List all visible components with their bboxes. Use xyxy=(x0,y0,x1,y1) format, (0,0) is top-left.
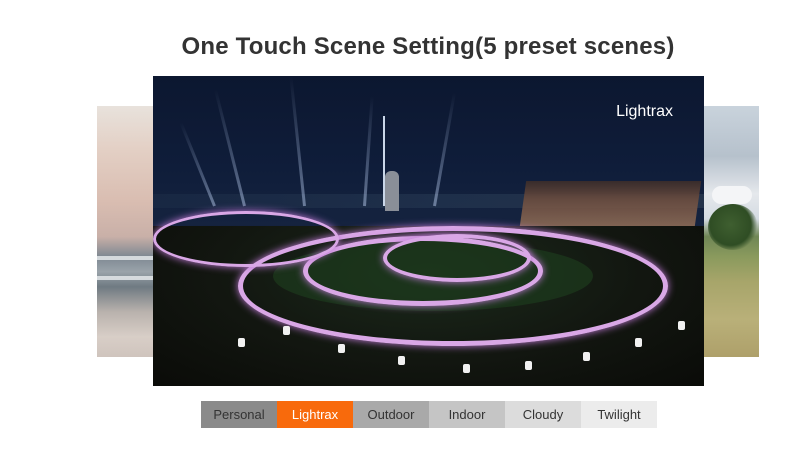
light-beam xyxy=(363,96,374,207)
marker-light xyxy=(583,352,590,361)
marker-light xyxy=(525,361,532,370)
tab-twilight[interactable]: Twilight xyxy=(581,401,657,428)
wave-decoration xyxy=(97,276,155,280)
tab-personal[interactable]: Personal xyxy=(201,401,277,428)
marker-light xyxy=(398,356,405,365)
page-title: One Touch Scene Setting(5 preset scenes) xyxy=(181,33,675,60)
light-beam xyxy=(433,92,456,207)
tab-lightrax[interactable]: Lightrax xyxy=(277,401,353,428)
tab-indoor[interactable]: Indoor xyxy=(429,401,505,428)
marker-light xyxy=(338,344,345,353)
light-beam xyxy=(289,76,306,207)
cloud-decoration xyxy=(712,186,752,204)
light-track-left xyxy=(153,211,339,267)
marker-light xyxy=(463,364,470,373)
tower xyxy=(385,171,399,211)
next-scene-image[interactable] xyxy=(702,106,759,357)
marker-light xyxy=(283,326,290,335)
tree-decoration xyxy=(708,204,758,250)
grandstand xyxy=(519,181,702,226)
light-track-loop xyxy=(383,234,531,282)
marker-light xyxy=(635,338,642,347)
wave-decoration xyxy=(97,256,155,260)
marker-light xyxy=(238,338,245,347)
scene-preview-image: Lightrax xyxy=(153,76,704,386)
prev-scene-image[interactable] xyxy=(97,106,155,357)
tab-cloudy[interactable]: Cloudy xyxy=(505,401,581,428)
scene-tabs: Personal Lightrax Outdoor Indoor Cloudy … xyxy=(201,401,657,428)
marker-light xyxy=(678,321,685,330)
light-beam xyxy=(214,89,246,207)
tab-outdoor[interactable]: Outdoor xyxy=(353,401,429,428)
scene-setting-page: One Touch Scene Setting(5 preset scenes) xyxy=(0,0,800,475)
scene-label: Lightrax xyxy=(616,103,673,120)
